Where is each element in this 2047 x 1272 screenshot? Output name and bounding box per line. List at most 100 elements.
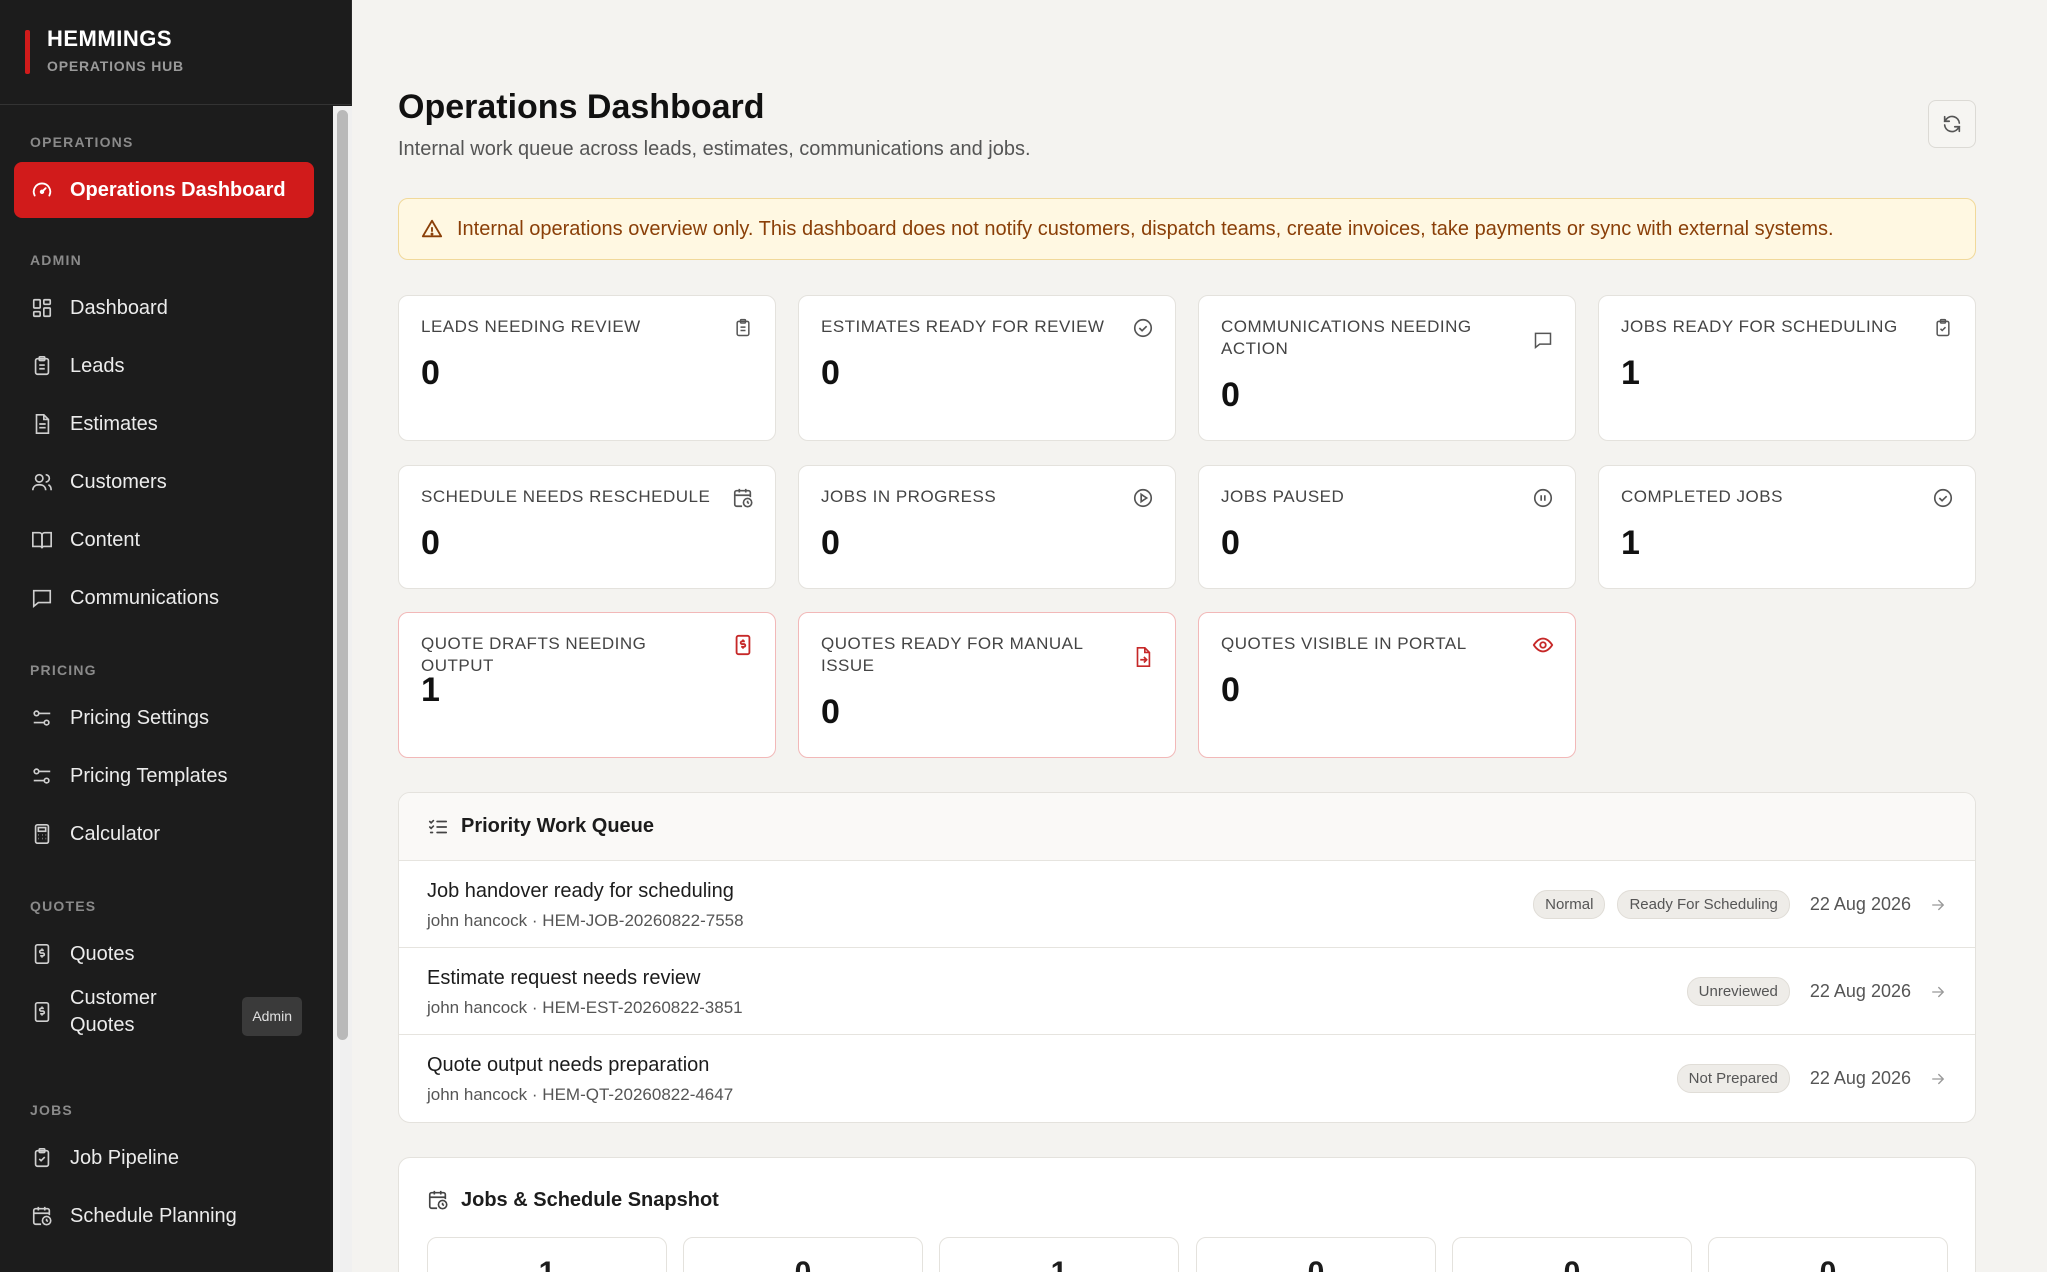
sidebar-item-label: Schedule Planning <box>70 1204 237 1227</box>
card-leads-needing-review[interactable]: LEADS NEEDING REVIEW 0 <box>398 295 776 441</box>
section-label-admin: ADMIN <box>30 252 82 268</box>
sidebar-item-customers[interactable]: Customers <box>14 454 314 510</box>
file-text-icon <box>30 412 54 436</box>
sidebar-item-label: Calculator <box>70 822 161 845</box>
sidebar-item-dashboard[interactable]: Dashboard <box>14 280 314 336</box>
snapshot-tile[interactable]: 0 <box>683 1237 923 1272</box>
sidebar-item-schedule-planning[interactable]: Schedule Planning <box>14 1188 314 1244</box>
section-label-pricing: PRICING <box>30 662 97 678</box>
card-completed-jobs[interactable]: COMPLETED JOBS 1 <box>1598 465 1976 589</box>
card-jobs-paused[interactable]: JOBS PAUSED 0 <box>1198 465 1576 589</box>
sidebar-item-label: Leads <box>70 354 125 377</box>
card-label: LEADS NEEDING REVIEW <box>421 317 641 336</box>
notice-text: Internal operations overview only. This … <box>457 217 1834 240</box>
sidebar-item-label: Customers <box>70 470 167 493</box>
sidebar-item-leads[interactable]: Leads <box>14 338 314 394</box>
check-circle-icon <box>1131 316 1155 340</box>
warning-icon <box>421 218 443 240</box>
brand-subtitle: OPERATIONS HUB <box>47 58 184 74</box>
message-icon <box>1531 328 1555 352</box>
card-value: 0 <box>1221 376 1240 414</box>
sidebar-item-job-pipeline[interactable]: Job Pipeline <box>14 1130 314 1186</box>
queue-row-subtitle: john hancock · HEM-EST-20260822-3851 <box>427 998 743 1017</box>
card-value: 0 <box>821 354 840 392</box>
card-label: COMPLETED JOBS <box>1621 487 1783 506</box>
snapshot-tile[interactable]: 0 <box>1708 1237 1948 1272</box>
sidebar-item-label: Customer Quotes <box>70 985 157 1039</box>
gauge-icon <box>30 178 54 202</box>
snapshot-header: Jobs & Schedule Snapshot <box>399 1158 1975 1242</box>
sidebar-item-customer-quotes[interactable]: Customer Quotes Admin <box>14 977 314 1047</box>
queue-title: Priority Work Queue <box>461 815 655 837</box>
brand-title: HEMMINGS <box>47 26 172 51</box>
card-label: QUOTES READY FOR MANUAL ISSUE <box>821 634 1083 675</box>
sidebar-item-label: Pricing Templates <box>70 764 228 787</box>
snapshot-tile[interactable]: 0 <box>1452 1237 1692 1272</box>
admin-badge: Admin <box>242 997 302 1036</box>
message-icon <box>30 586 54 610</box>
sidebar-item-calculator[interactable]: Calculator <box>14 806 314 862</box>
card-communications-action[interactable]: COMMUNICATIONS NEEDING ACTION 0 <box>1198 295 1576 441</box>
queue-row-title: Quote output needs preparation <box>427 1054 710 1076</box>
queue-row[interactable]: Quote output needs preparation john hanc… <box>399 1035 1975 1122</box>
sidebar-item-label-line1: Customer <box>70 987 157 1009</box>
card-value: 0 <box>421 524 440 562</box>
pause-circle-icon <box>1531 486 1555 510</box>
sidebar-item-communications[interactable]: Communications <box>14 570 314 626</box>
card-schedule-reschedule[interactable]: SCHEDULE NEEDS RESCHEDULE 0 <box>398 465 776 589</box>
queue-row-subtitle: john hancock · HEM-QT-20260822-4647 <box>427 1085 734 1104</box>
sidebar-item-pricing-settings[interactable]: Pricing Settings <box>14 690 314 746</box>
queue-row[interactable]: Estimate request needs review john hanco… <box>399 948 1975 1035</box>
sidebar-item-label: Estimates <box>70 412 158 435</box>
card-value: 1 <box>1621 354 1640 392</box>
sliders-icon <box>30 764 54 788</box>
card-quote-drafts-output[interactable]: QUOTE DRAFTS NEEDING OUTPUT 1 <box>398 612 776 758</box>
users-icon <box>30 470 54 494</box>
queue-row-title: Estimate request needs review <box>427 967 701 989</box>
section-label-quotes: QUOTES <box>30 898 97 914</box>
queue-row-subtitle: john hancock · HEM-JOB-20260822-7558 <box>427 911 744 930</box>
clipboard-icon <box>30 354 54 378</box>
refresh-button[interactable] <box>1928 100 1976 148</box>
clipboard-check-icon <box>30 1146 54 1170</box>
sidebar-item-label-line2: Quotes <box>70 1014 135 1036</box>
sidebar-item-label: Job Pipeline <box>70 1146 179 1169</box>
calendar-clock-icon <box>427 1189 449 1211</box>
card-jobs-in-progress[interactable]: JOBS IN PROGRESS 0 <box>798 465 1176 589</box>
sidebar-item-operations-dashboard[interactable]: Operations Dashboard <box>14 162 314 218</box>
arrow-right-icon <box>1929 896 1947 914</box>
sidebar-item-pricing-templates[interactable]: Pricing Templates <box>14 748 314 804</box>
sidebar-scrollbar-thumb[interactable] <box>337 110 348 1040</box>
page-title: Operations Dashboard <box>398 88 765 126</box>
sidebar-item-label: Quotes <box>70 942 135 965</box>
section-label-jobs: JOBS <box>30 1102 73 1118</box>
card-quotes-visible-portal[interactable]: QUOTES VISIBLE IN PORTAL 0 <box>1198 612 1576 758</box>
card-label: QUOTES VISIBLE IN PORTAL <box>1221 634 1467 653</box>
sliders-icon <box>30 706 54 730</box>
snapshot-tile[interactable]: 1 <box>427 1237 667 1272</box>
sidebar-item-content[interactable]: Content <box>14 512 314 568</box>
snapshot-tile[interactable]: 0 <box>1196 1237 1436 1272</box>
queue-row-date: 22 Aug 2026 <box>1809 894 1911 914</box>
jobs-schedule-snapshot: Jobs & Schedule Snapshot 1 0 1 0 0 0 <box>398 1157 1976 1272</box>
main-content: Operations Dashboard Internal work queue… <box>352 0 2047 1272</box>
dollar-receipt-icon <box>30 942 54 966</box>
queue-row[interactable]: Job handover ready for scheduling john h… <box>399 861 1975 948</box>
arrow-right-icon <box>1929 1070 1947 1088</box>
snapshot-tile[interactable]: 1 <box>939 1237 1179 1272</box>
sidebar-item-estimates[interactable]: Estimates <box>14 396 314 452</box>
eye-icon <box>1531 633 1555 657</box>
card-label: COMMUNICATIONS NEEDING ACTION <box>1221 317 1472 358</box>
card-estimates-ready[interactable]: ESTIMATES READY FOR REVIEW 0 <box>798 295 1176 441</box>
sidebar-item-quotes[interactable]: Quotes <box>14 926 314 982</box>
card-value: 0 <box>1221 524 1240 562</box>
calendar-clock-icon <box>731 486 755 510</box>
page-subtitle: Internal work queue across leads, estima… <box>398 138 1031 160</box>
card-jobs-ready-scheduling[interactable]: JOBS READY FOR SCHEDULING 1 <box>1598 295 1976 441</box>
card-quotes-ready-manual[interactable]: QUOTES READY FOR MANUAL ISSUE 0 <box>798 612 1176 758</box>
card-value: 1 <box>1621 524 1640 562</box>
brand-accent-bar <box>25 30 30 74</box>
sidebar-item-label: Pricing Settings <box>70 706 209 729</box>
sidebar: HEMMINGS OPERATIONS HUB OPERATIONS Opera… <box>0 0 352 1272</box>
check-circle-icon <box>1931 486 1955 510</box>
